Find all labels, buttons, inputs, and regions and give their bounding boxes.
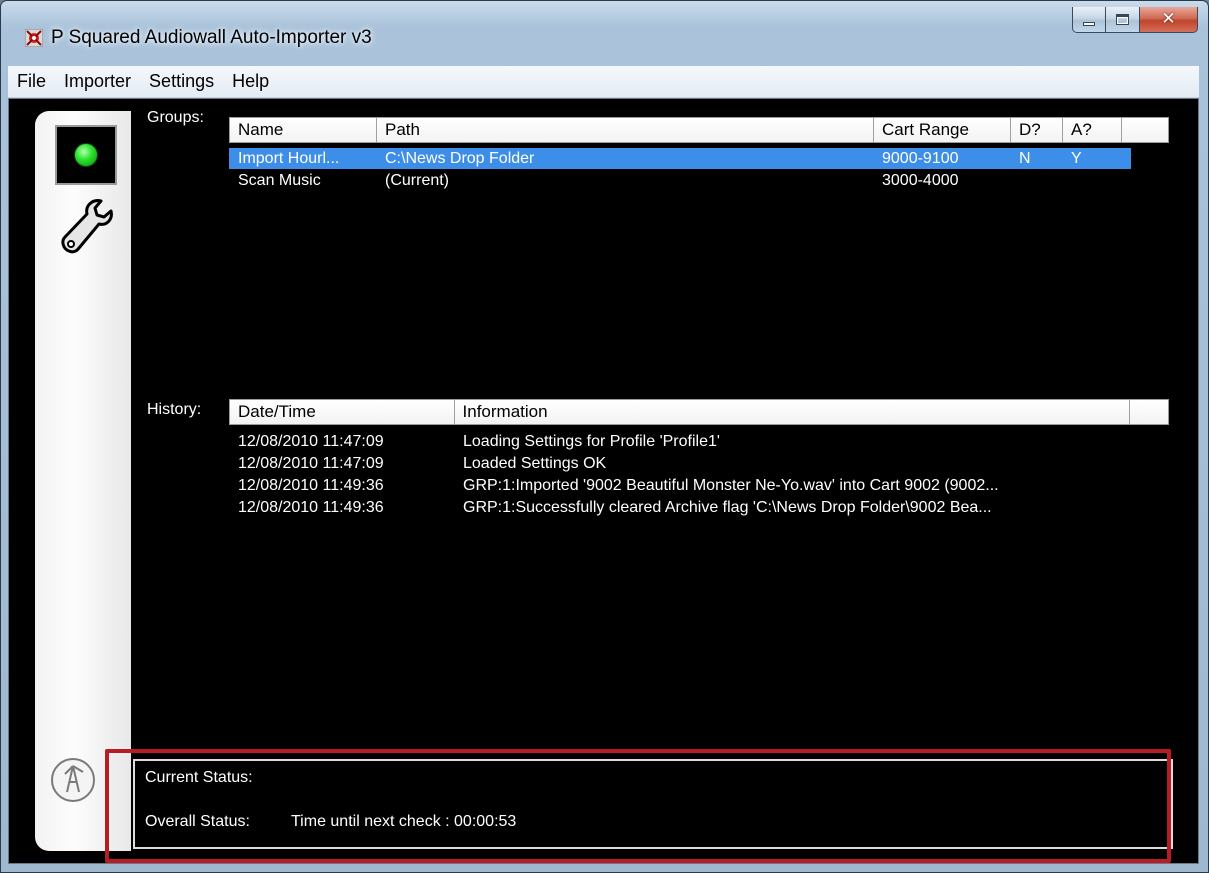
groups-table: Name Path Cart Range D? A? Import Hourl.… bbox=[229, 117, 1169, 317]
client-area: Groups: Name Path Cart Range D? A? Impor… bbox=[8, 98, 1199, 864]
column-information-header[interactable]: Information bbox=[454, 400, 1131, 424]
history-datetime: 12/08/2010 11:47:09 bbox=[238, 432, 384, 450]
column-filler-header bbox=[1122, 118, 1168, 142]
group-d: N bbox=[1019, 149, 1031, 167]
group-cart-range: 9000-9100 bbox=[882, 149, 959, 167]
left-tool-panel bbox=[35, 111, 131, 851]
group-row[interactable]: Scan Music (Current) 3000-4000 bbox=[229, 170, 1131, 191]
logo-icon bbox=[51, 758, 95, 802]
group-a bbox=[1062, 170, 1121, 191]
menu-help[interactable]: Help bbox=[223, 66, 278, 97]
history-datetime: 12/08/2010 11:49:36 bbox=[238, 498, 384, 516]
groups-label: Groups: bbox=[147, 109, 204, 126]
history-datetime: 12/08/2010 11:47:09 bbox=[238, 454, 384, 472]
group-path: C:\News Drop Folder bbox=[385, 149, 535, 167]
column-d-header[interactable]: D? bbox=[1011, 118, 1063, 142]
group-row[interactable]: Import Hourl... C:\News Drop Folder 9000… bbox=[229, 148, 1131, 169]
group-cart-range: 3000-4000 bbox=[882, 171, 959, 189]
history-datetime: 12/08/2010 11:49:36 bbox=[238, 476, 384, 494]
menu-bar: File Importer Settings Help bbox=[8, 66, 1199, 98]
status-led-button[interactable] bbox=[55, 125, 117, 185]
history-row[interactable]: 12/08/2010 11:47:09 Loading Settings for… bbox=[229, 431, 1159, 452]
groups-header: Name Path Cart Range D? A? bbox=[229, 117, 1169, 143]
menu-importer[interactable]: Importer bbox=[55, 66, 140, 97]
history-table: Date/Time Information 12/08/2010 11:47:0… bbox=[229, 399, 1169, 729]
app-icon bbox=[25, 29, 43, 47]
group-name: Import Hourl... bbox=[238, 149, 340, 167]
column-path-header[interactable]: Path bbox=[377, 118, 874, 142]
group-path: (Current) bbox=[385, 171, 450, 189]
minimize-icon bbox=[1083, 21, 1095, 26]
column-filler-header bbox=[1130, 400, 1168, 424]
history-info: GRP:1:Successfully cleared Archive flag … bbox=[463, 498, 992, 516]
caption-buttons: ✕ bbox=[1072, 7, 1198, 33]
highlight-outline bbox=[105, 749, 1171, 863]
group-a: Y bbox=[1071, 149, 1082, 167]
minimize-button[interactable] bbox=[1072, 7, 1106, 33]
status-led-icon bbox=[74, 143, 98, 167]
group-d bbox=[1010, 170, 1062, 191]
maximize-icon bbox=[1116, 14, 1129, 25]
close-icon: ✕ bbox=[1161, 9, 1176, 29]
group-name: Scan Music bbox=[238, 171, 321, 189]
close-button[interactable]: ✕ bbox=[1140, 7, 1198, 33]
wrench-icon[interactable] bbox=[57, 197, 113, 257]
history-row[interactable]: 12/08/2010 11:49:36 GRP:1:Successfully c… bbox=[229, 497, 1159, 518]
maximize-button[interactable] bbox=[1106, 7, 1140, 33]
column-cart-range-header[interactable]: Cart Range bbox=[874, 118, 1011, 142]
history-label: History: bbox=[147, 401, 202, 418]
column-name-header[interactable]: Name bbox=[230, 118, 377, 142]
menu-file[interactable]: File bbox=[8, 66, 55, 97]
title-bar[interactable]: P Squared Audiowall Auto-Importer v3 ✕ bbox=[9, 7, 1200, 57]
history-info: Loaded Settings OK bbox=[463, 454, 607, 472]
history-row[interactable]: 12/08/2010 11:47:09 Loaded Settings OK bbox=[229, 453, 1159, 474]
history-info: GRP:1:Imported '9002 Beautiful Monster N… bbox=[463, 476, 999, 494]
column-datetime-header[interactable]: Date/Time bbox=[230, 400, 455, 424]
column-a-header[interactable]: A? bbox=[1063, 118, 1122, 142]
menu-settings[interactable]: Settings bbox=[140, 66, 223, 97]
history-header: Date/Time Information bbox=[229, 399, 1169, 425]
window-title: P Squared Audiowall Auto-Importer v3 bbox=[51, 27, 372, 48]
history-info: Loading Settings for Profile 'Profile1' bbox=[463, 432, 720, 450]
history-row[interactable]: 12/08/2010 11:49:36 GRP:1:Imported '9002… bbox=[229, 475, 1159, 496]
